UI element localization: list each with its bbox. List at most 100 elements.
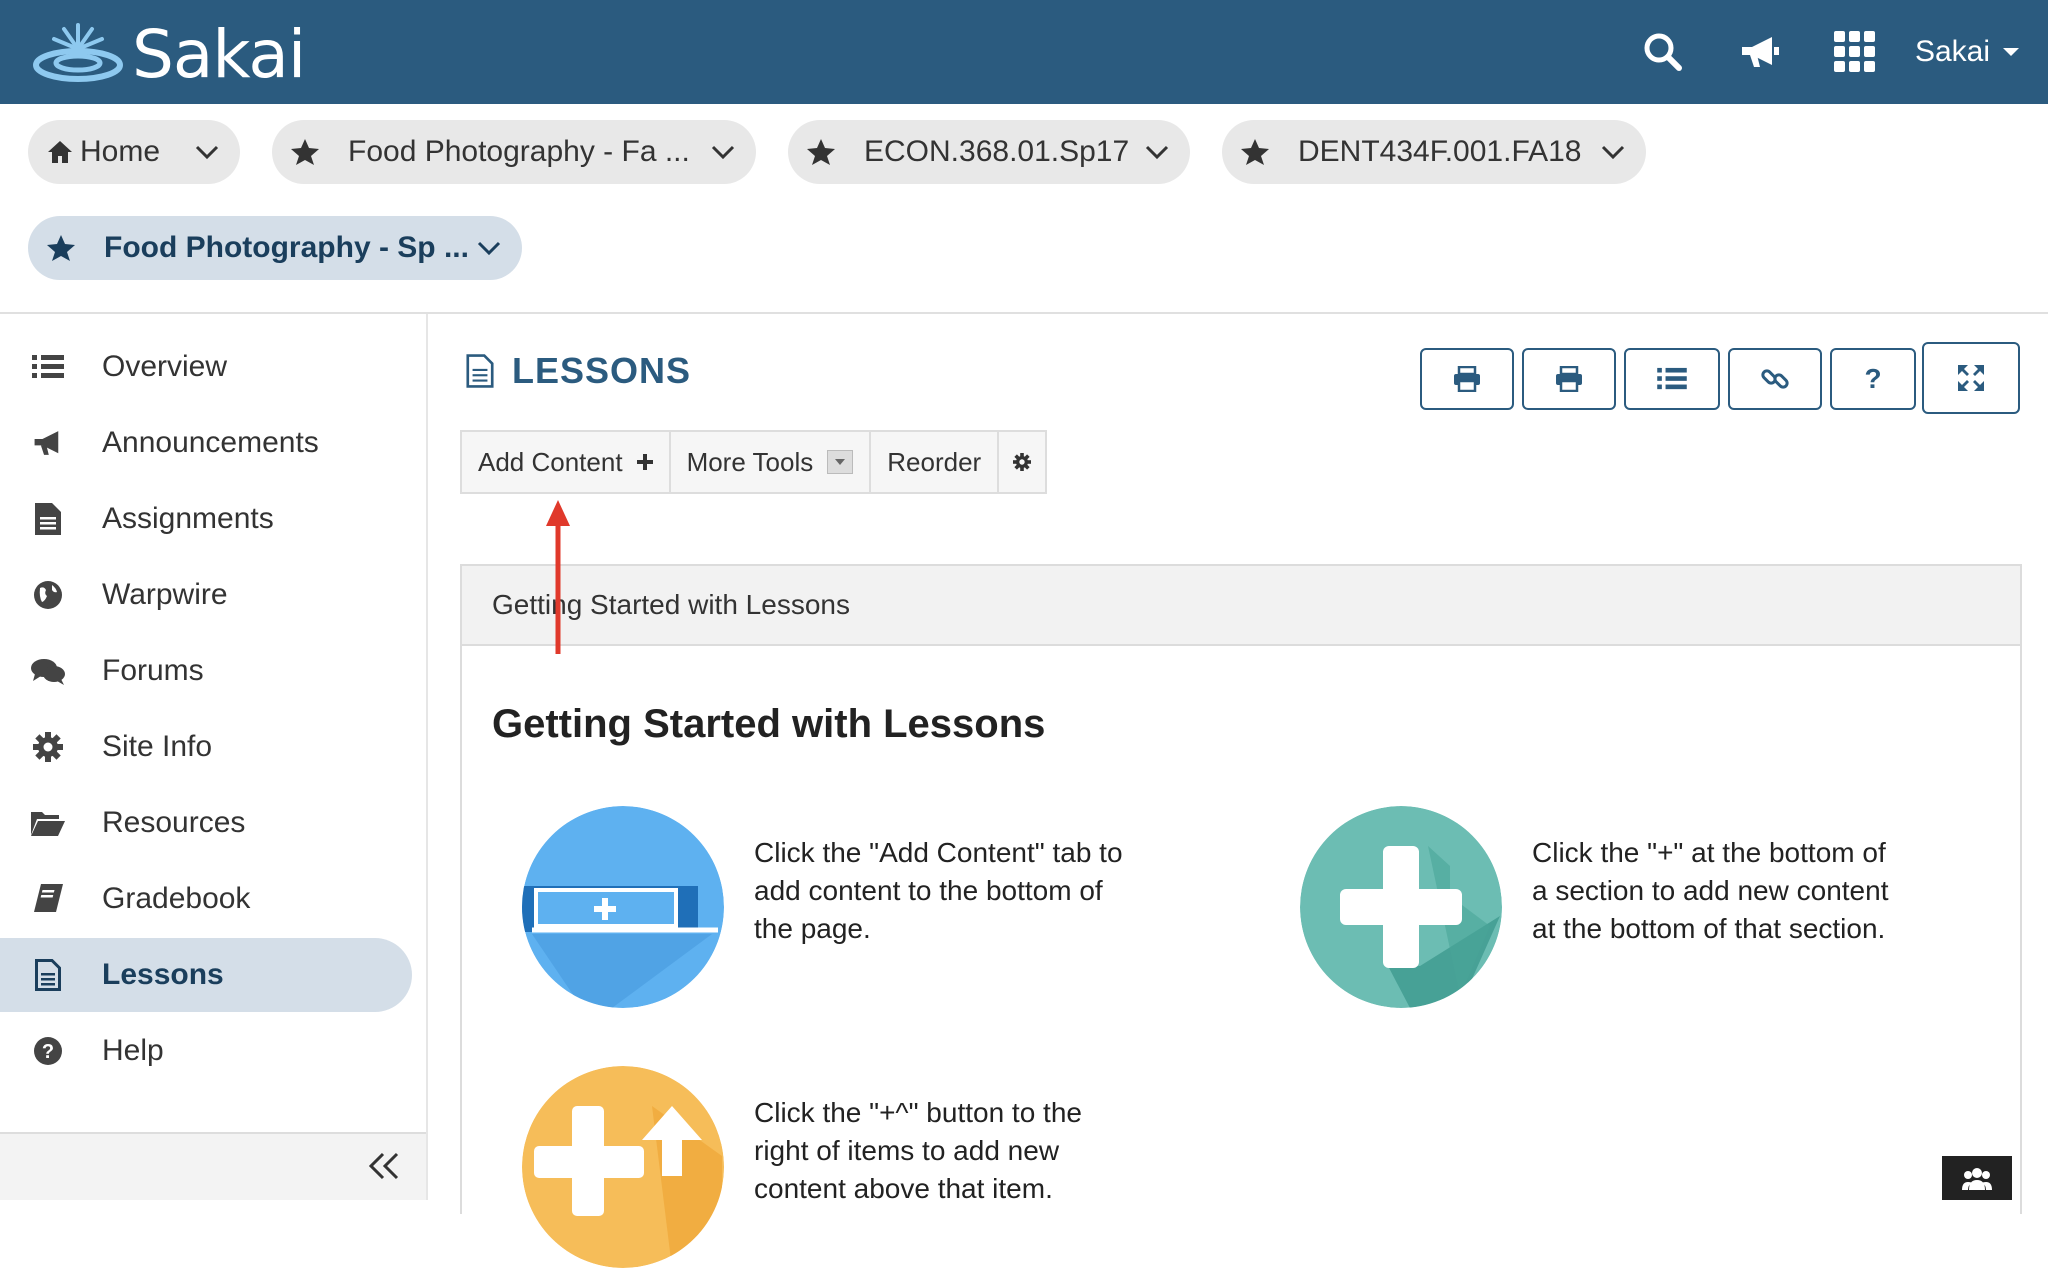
svg-text:?: ? <box>42 1041 54 1063</box>
file-text-icon <box>24 951 72 999</box>
sidebar-item-site-info[interactable]: Site Info <box>0 710 412 784</box>
sidebar-item-lessons[interactable]: Lessons <box>0 938 412 1012</box>
chevron-down-icon[interactable] <box>1600 140 1626 164</box>
list-icon <box>1657 367 1687 390</box>
sidebar-item-label: Assignments <box>102 502 274 535</box>
site-tab-label: DENT434F.001.FA18 <box>1298 135 1582 168</box>
logo-text: Sakai <box>132 16 306 93</box>
star-icon[interactable] <box>46 234 76 262</box>
reorder-button[interactable]: Reorder <box>871 432 1000 492</box>
sidebar-item-help[interactable]: ? Help <box>0 1014 412 1088</box>
chevron-down-icon[interactable] <box>1144 140 1170 164</box>
site-tab-food-photography-sp[interactable]: Food Photography - Sp ... <box>28 216 522 280</box>
link-button[interactable] <box>1728 348 1822 410</box>
add-content-tab-icon <box>522 806 724 1008</box>
print-icon <box>1556 366 1582 392</box>
document-icon <box>24 495 72 543</box>
panel-heading: Getting Started with Lessons <box>492 702 1046 746</box>
collapse-nav-button[interactable] <box>366 1150 402 1187</box>
caret-down-icon <box>2003 48 2019 56</box>
panel-header[interactable]: Getting Started with Lessons <box>462 566 2020 646</box>
sidebar-item-warpwire[interactable]: Warpwire <box>0 558 412 632</box>
reorder-label: Reorder <box>887 446 982 477</box>
sidebar-item-resources[interactable]: Resources <box>0 786 412 860</box>
plus-icon <box>636 454 653 470</box>
star-icon[interactable] <box>806 138 836 166</box>
site-tab-econ[interactable]: ECON.368.01.Sp17 <box>788 120 1190 184</box>
top-header: Sakai Sakai <box>0 0 2048 104</box>
sidebar-item-label: Overview <box>102 350 228 383</box>
folder-open-icon <box>24 799 72 847</box>
tip-text: Click the "Add Content" tab to add conte… <box>754 837 1123 944</box>
site-tab-home[interactable]: Home <box>28 120 240 184</box>
tip-text: Click the "+^" button to the right of it… <box>754 1097 1082 1204</box>
question-circle-icon: ? <box>24 1027 72 1075</box>
sidebar-item-label: Announcements <box>102 426 319 459</box>
sidebar-item-label: Site Info <box>102 730 213 763</box>
more-tools-button[interactable]: More Tools <box>671 432 872 492</box>
gear-icon <box>24 723 72 771</box>
user-menu-label: Sakai <box>1914 35 1990 68</box>
sidebar-item-label: Warpwire <box>102 578 228 611</box>
apps-button[interactable] <box>1807 0 1903 104</box>
site-tab-dent[interactable]: DENT434F.001.FA18 <box>1222 120 1646 184</box>
megaphone-icon <box>24 419 72 467</box>
megaphone-icon <box>1741 37 1779 67</box>
chevron-down-icon[interactable] <box>476 236 502 260</box>
chevron-down-icon[interactable] <box>710 140 736 164</box>
notifications-button[interactable] <box>1711 0 1807 104</box>
add-above-icon <box>522 1066 724 1268</box>
section-plus-icon <box>1300 806 1502 1008</box>
users-icon <box>1962 1168 1992 1190</box>
star-icon[interactable] <box>290 138 320 166</box>
gear-icon <box>1013 453 1032 471</box>
tip-add-content: Click the "Add Content" tab to add conte… <box>522 806 1124 1008</box>
sidebar-item-overview[interactable]: Overview <box>0 330 412 404</box>
help-button[interactable]: ? <box>1830 348 1916 410</box>
tool-nav: Overview Announcements Assignments Warpw… <box>0 314 428 1200</box>
list-icon <box>24 343 72 391</box>
site-tabs: Home Food Photography - Fa ... ECON.368.… <box>0 104 2048 314</box>
site-tab-label: Food Photography - Fa ... <box>348 135 690 168</box>
grid-icon <box>1833 31 1875 72</box>
user-menu[interactable]: Sakai <box>1903 35 2048 69</box>
double-chevron-left-icon <box>368 1152 399 1180</box>
print-button[interactable] <box>1420 348 1514 410</box>
sakai-logo[interactable]: Sakai <box>30 16 306 93</box>
sidebar-item-assignments[interactable]: Assignments <box>0 482 412 556</box>
annotation-arrow-icon <box>546 500 570 654</box>
site-tab-label: ECON.368.01.Sp17 <box>864 135 1130 168</box>
main-content: LESSONS ? Add Content More Tools Reorder <box>428 314 2048 1268</box>
dropdown-arrow-icon <box>827 450 854 474</box>
home-icon <box>48 141 72 163</box>
fullscreen-button[interactable] <box>1922 342 2020 414</box>
star-icon[interactable] <box>1240 138 1270 166</box>
book-icon <box>24 875 72 923</box>
sidebar-item-label: Resources <box>102 806 246 839</box>
link-icon <box>1761 369 1789 389</box>
tip-add-above: Click the "+^" button to the right of it… <box>522 1066 1124 1268</box>
chevron-down-icon[interactable] <box>194 140 220 164</box>
tip-text: Click the "+" at the bottom of a section… <box>1532 837 1889 944</box>
site-tab-label: Food Photography - Sp ... <box>104 231 469 264</box>
tip-section-plus: Click the "+" at the bottom of a section… <box>1300 806 1902 1008</box>
nav-collapse-bar <box>0 1132 426 1200</box>
help-button-label: ? <box>1864 363 1882 394</box>
site-tab-food-photography-fa[interactable]: Food Photography - Fa ... <box>272 120 756 184</box>
index-of-pages-button[interactable] <box>1624 348 1720 410</box>
globe-icon <box>24 571 72 619</box>
print-all-button[interactable] <box>1522 348 1616 410</box>
sidebar-item-label: Lessons <box>102 958 224 991</box>
print-icon <box>1454 366 1480 392</box>
sidebar-item-gradebook[interactable]: Gradebook <box>0 862 412 936</box>
search-icon <box>1644 33 1682 71</box>
settings-button[interactable] <box>999 432 1045 492</box>
search-button[interactable] <box>1615 0 1711 104</box>
getting-started-panel: Getting Started with Lessons Getting Sta… <box>460 564 2022 1268</box>
sidebar-item-forums[interactable]: Forums <box>0 634 412 708</box>
users-present-widget[interactable] <box>1942 1156 2012 1200</box>
sidebar-item-announcements[interactable]: Announcements <box>0 406 412 480</box>
sidebar-item-label: Gradebook <box>102 882 251 915</box>
sidebar-item-label: Help <box>102 1034 164 1067</box>
expand-icon <box>1958 365 1984 391</box>
